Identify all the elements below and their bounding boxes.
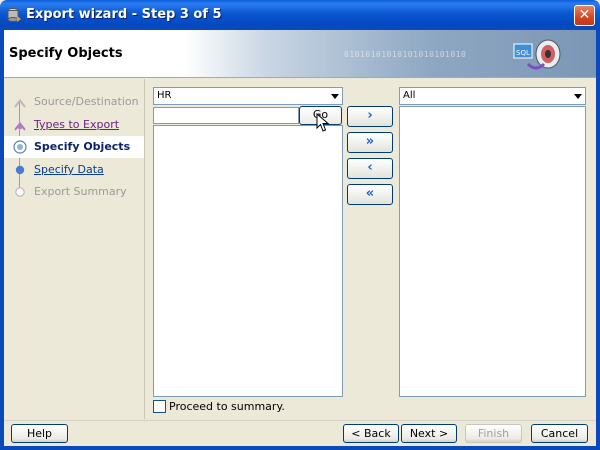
chevron-down-icon bbox=[574, 94, 582, 99]
step-types-to-export[interactable]: Types to Export bbox=[4, 114, 144, 136]
finish-button[interactable]: Finish bbox=[465, 424, 522, 443]
cancel-button[interactable]: Cancel bbox=[531, 424, 588, 443]
step-specify-objects[interactable]: Specify Objects bbox=[4, 136, 144, 158]
filter-select-value: All bbox=[403, 90, 416, 101]
wizard-steps: Source/Destination Types to Export Speci… bbox=[4, 79, 144, 419]
wizard-header: Specify Objects 01010101010101010101010 … bbox=[4, 30, 596, 78]
step-export-summary[interactable]: Export Summary bbox=[4, 181, 144, 203]
schema-select[interactable]: HR bbox=[153, 87, 343, 105]
double-chevron-right-icon: » bbox=[365, 134, 375, 149]
proceed-to-summary-label: Proceed to summary. bbox=[169, 400, 285, 413]
chevron-down-icon bbox=[331, 94, 339, 99]
available-objects-list[interactable] bbox=[153, 125, 343, 397]
step-dot-icon bbox=[15, 187, 25, 197]
svg-text:SQL: SQL bbox=[516, 49, 530, 57]
step-dot-icon bbox=[13, 121, 27, 132]
back-button[interactable]: < Back bbox=[343, 424, 399, 443]
add-all-button[interactable]: » bbox=[347, 132, 393, 153]
step-label: Specify Data bbox=[34, 163, 104, 176]
remove-selected-button[interactable]: ‹ bbox=[347, 158, 393, 179]
binary-decoration: 01010101010101010101010 bbox=[344, 50, 467, 59]
step-source-destination[interactable]: Source/Destination bbox=[4, 91, 144, 113]
page-title: Specify Objects bbox=[9, 46, 123, 61]
step-label: Export Summary bbox=[34, 185, 127, 198]
close-button[interactable]: ✕ bbox=[574, 5, 595, 26]
schema-select-value: HR bbox=[157, 90, 172, 101]
help-button[interactable]: Help bbox=[11, 424, 68, 443]
filter-select[interactable]: All bbox=[399, 87, 586, 105]
step-dot-icon bbox=[15, 165, 25, 175]
step-dot-icon bbox=[13, 98, 27, 109]
next-button[interactable]: Next > bbox=[401, 424, 457, 443]
database-app-icon bbox=[7, 8, 21, 22]
window-frame-right bbox=[596, 30, 600, 450]
chevron-left-icon: ‹ bbox=[367, 160, 373, 175]
sql-export-logo-icon: SQL bbox=[513, 39, 561, 70]
remove-all-button[interactable]: « bbox=[347, 184, 393, 205]
close-icon: ✕ bbox=[578, 7, 591, 23]
step-specify-data[interactable]: Specify Data bbox=[4, 159, 144, 181]
selected-objects-list[interactable] bbox=[399, 106, 586, 397]
step-label: Specify Objects bbox=[34, 140, 131, 153]
window-frame-bottom bbox=[0, 446, 600, 450]
proceed-to-summary-checkbox[interactable] bbox=[153, 400, 166, 413]
window-title: Export wizard - Step 3 of 5 bbox=[26, 7, 222, 22]
step-label: Types to Export bbox=[34, 118, 120, 131]
step-current-icon bbox=[13, 140, 27, 154]
mouse-cursor-icon bbox=[316, 113, 330, 132]
add-selected-button[interactable]: › bbox=[347, 106, 393, 127]
search-input[interactable] bbox=[153, 107, 299, 124]
chevron-right-icon: › bbox=[367, 108, 373, 123]
double-chevron-left-icon: « bbox=[365, 186, 375, 201]
step-label: Source/Destination bbox=[34, 95, 139, 108]
title-bar: Export wizard - Step 3 of 5 ✕ bbox=[0, 0, 600, 30]
